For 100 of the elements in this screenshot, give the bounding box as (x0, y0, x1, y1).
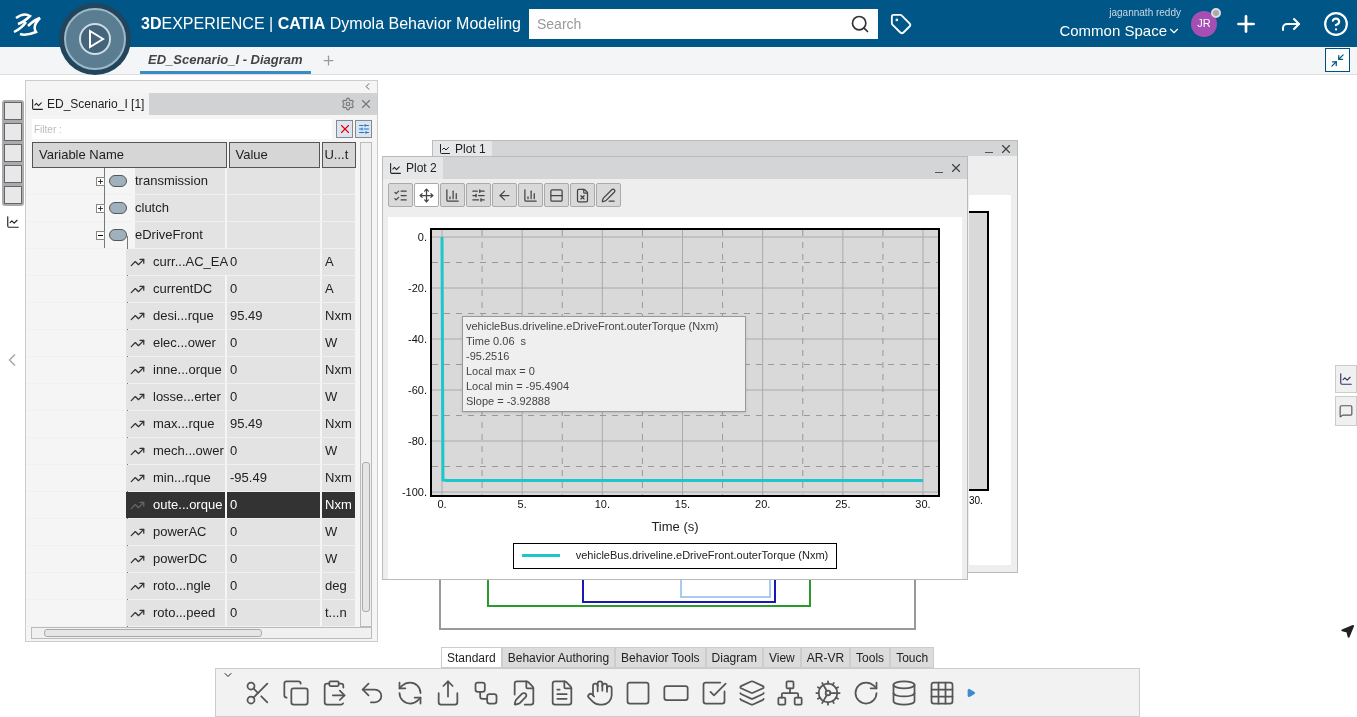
status-icon (1211, 7, 1221, 18)
tree-row[interactable]: transmission (26, 168, 356, 195)
y-tick-label: 0. (417, 231, 427, 243)
hand-icon[interactable] (586, 678, 614, 707)
tree-row[interactable]: roto...peed 0 t...n (26, 600, 356, 627)
copy-icon[interactable] (282, 678, 310, 707)
tree-row[interactable]: eDriveFront (26, 222, 356, 249)
tree-row[interactable]: currentDC 0 A (26, 276, 356, 303)
ribbon-tab[interactable]: Tools (850, 647, 891, 668)
panel-tab-icon[interactable] (3, 123, 22, 141)
avatar[interactable]: JR (1191, 10, 1217, 37)
space-selector[interactable]: Common Space (1059, 19, 1181, 43)
plot-icon (439, 142, 451, 155)
close-icon[interactable] (359, 97, 373, 111)
rows-icon[interactable] (544, 183, 569, 207)
tree-row[interactable]: losse...erter 0 W (26, 384, 356, 411)
unit-cell-text: W (325, 388, 338, 407)
variable-name: losse...erter (153, 388, 221, 407)
x-tick-label: 0. (437, 498, 447, 510)
arrow-left-icon[interactable] (492, 183, 517, 207)
clear-filter-icon[interactable] (336, 120, 353, 138)
tooltip-line: vehicleBus.driveline.eDriveFront.outerTorque (Nxm) (466, 319, 720, 334)
database-icon[interactable] (890, 678, 918, 707)
tree-row[interactable]: curr...AC_EA0 A (26, 249, 356, 276)
move-icon[interactable] (414, 183, 439, 207)
value-cell-text: 0 (230, 280, 238, 299)
tree-row[interactable]: desi...rque 95.49 Nxm (26, 303, 356, 330)
tag-icon[interactable] (890, 12, 912, 35)
unit-cell-text: A (325, 253, 334, 272)
tree-row[interactable]: elec...ower 0 W (26, 330, 356, 357)
tree-row[interactable]: oute...orque 0 Nxm (26, 492, 356, 519)
ribbon-tab[interactable]: View (762, 647, 801, 668)
collapse-button[interactable] (1325, 48, 1350, 72)
value-cell-text: 0 (230, 334, 238, 353)
unit-cell-text: Nxm (325, 361, 352, 380)
pointer-icon[interactable] (1340, 623, 1356, 639)
expand-icon[interactable] (96, 176, 105, 186)
panel-tab-icon[interactable] (3, 186, 22, 204)
panel-tab-icon[interactable] (3, 144, 22, 162)
tree-row[interactable]: powerDC 0 W (26, 546, 356, 573)
class-icon (109, 175, 127, 187)
layers-icon[interactable] (738, 678, 766, 707)
hierarchy-icon[interactable] (776, 678, 804, 707)
column-header[interactable]: Variable Name (32, 142, 227, 168)
unit-cell-text: Nxm (325, 496, 352, 515)
tree-row[interactable]: inne...orque 0 Nxm (26, 357, 356, 384)
comment-icon[interactable] (1335, 396, 1357, 426)
value-cell-text: -95.49 (230, 469, 267, 488)
tree-row[interactable]: powerAC 0 W (26, 519, 356, 546)
value-cell-text: 0 (230, 361, 238, 380)
help-icon[interactable] (1323, 10, 1349, 37)
panel-tab[interactable]: ED_Scenario_I [1] (26, 93, 150, 115)
list-icon[interactable] (388, 183, 413, 207)
tree-row[interactable]: max...rque 95.49 Nxm (26, 411, 356, 438)
search-icon[interactable] (850, 13, 870, 34)
gear-icon[interactable] (814, 678, 842, 707)
vertical-scrollbar[interactable] (360, 142, 372, 627)
column-header[interactable]: Value (228, 142, 321, 168)
collapse-icon[interactable] (96, 230, 105, 240)
class-icon (109, 229, 127, 241)
ribbon-tab[interactable]: Behavior Authoring (501, 647, 616, 668)
x-tick-label: 5. (517, 498, 527, 510)
minimize-icon[interactable] (935, 171, 943, 173)
expand-icon[interactable] (96, 203, 105, 213)
caret-icon[interactable] (966, 687, 976, 698)
close-icon[interactable] (949, 161, 963, 175)
document-tab[interactable]: ED_Scenario_I - Diagram (140, 48, 311, 74)
y-tick-label: -40. (408, 333, 427, 345)
horizontal-scrollbar[interactable] (31, 627, 372, 639)
axis-icon[interactable] (518, 183, 543, 207)
variable-name: powerDC (153, 550, 208, 569)
ribbon-tab[interactable]: Diagram (705, 647, 763, 668)
ribbon-tab[interactable]: Behavior Tools (615, 647, 706, 668)
tree-row[interactable]: min...rque -95.49 Nxm (26, 465, 356, 492)
panel-tab-icon[interactable] (3, 165, 22, 183)
ribbon-tab[interactable]: AR-VR (800, 647, 851, 668)
legend-label: vehicleBus.driveline.eDriveFront.outerTorque (Nxm) (575, 548, 829, 564)
delete-icon[interactable] (570, 183, 595, 207)
tree-row[interactable]: mech...ower 0 W (26, 438, 356, 465)
add-tab-icon[interactable] (320, 53, 336, 68)
filter-field[interactable]: Filter : (32, 119, 332, 139)
ribbon-tab[interactable]: Touch (890, 647, 935, 668)
pen-icon[interactable] (596, 183, 621, 207)
axis-icon[interactable] (440, 183, 465, 207)
tree-row[interactable]: clutch (26, 195, 356, 222)
tree-row[interactable]: roto...ngle 0 deg (26, 573, 356, 600)
window-tab[interactable]: Plot 1 (433, 141, 492, 156)
panel-tab-icon[interactable] (3, 102, 22, 120)
x-tick-label: 20. (755, 498, 771, 510)
window-tab[interactable]: Plot 2 (383, 157, 443, 179)
value-cell-text: 0 (230, 496, 238, 515)
x-tick-label: 30. (915, 498, 931, 510)
component-name: eDriveFront (135, 222, 225, 248)
ribbon-tab[interactable]: Standard (441, 647, 502, 668)
filter-icon[interactable] (355, 120, 372, 138)
x-tick-label: 25. (835, 498, 851, 510)
variable-name: max...rque (153, 415, 215, 434)
column-header[interactable]: U...t (322, 142, 356, 168)
settings-icon[interactable] (341, 97, 355, 111)
variable-name: roto...ngle (153, 577, 211, 596)
